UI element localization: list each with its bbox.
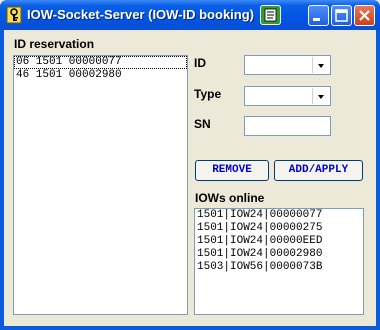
sn-input[interactable] <box>244 116 331 136</box>
notepad-icon[interactable] <box>260 5 281 25</box>
list-item[interactable]: 1501|IOW24|00000077 <box>195 209 363 222</box>
window-title: IOW-Socket-Server (IOW-ID booking) <box>27 7 254 22</box>
add-apply-button[interactable]: ADD/APPLY <box>274 160 363 181</box>
online-list[interactable]: 1501|IOW24|00000077 1501|IOW24|00000275 … <box>194 208 364 315</box>
maximize-button[interactable] <box>331 5 352 26</box>
type-label: Type <box>194 87 222 101</box>
id-label: ID <box>194 56 206 70</box>
maximize-icon <box>335 9 348 22</box>
minimize-button[interactable] <box>308 5 329 26</box>
type-combobox[interactable] <box>244 86 331 106</box>
key-icon <box>6 6 22 24</box>
list-item[interactable]: 1503|IOW56|0000073B <box>195 261 363 274</box>
chevron-down-icon[interactable] <box>312 88 329 104</box>
reservation-list[interactable]: 06 1501 00000077 46 1501 00002980 <box>13 55 188 315</box>
close-icon <box>359 10 370 21</box>
list-item[interactable]: 1501|IOW24|00002980 <box>195 248 363 261</box>
list-item[interactable]: 1501|IOW24|00000EED <box>195 235 363 248</box>
close-button[interactable] <box>354 5 375 26</box>
reservation-label: ID reservation <box>14 37 95 51</box>
online-label: IOWs online <box>195 191 265 205</box>
app-window: IOW-Socket-Server (IOW-ID booking) ID re… <box>0 0 380 330</box>
title-bar[interactable]: IOW-Socket-Server (IOW-ID booking) <box>0 0 380 30</box>
sn-label: SN <box>194 117 211 131</box>
chevron-down-icon[interactable] <box>312 57 329 73</box>
client-area: ID reservation 06 1501 00000077 46 1501 … <box>4 30 376 326</box>
list-item[interactable]: 06 1501 00000077 <box>14 56 187 69</box>
list-item[interactable]: 46 1501 00002980 <box>14 69 187 82</box>
list-item[interactable]: 1501|IOW24|00000275 <box>195 222 363 235</box>
id-combobox[interactable] <box>244 55 331 75</box>
minimize-icon <box>313 18 320 21</box>
remove-button[interactable]: REMOVE <box>195 160 269 181</box>
